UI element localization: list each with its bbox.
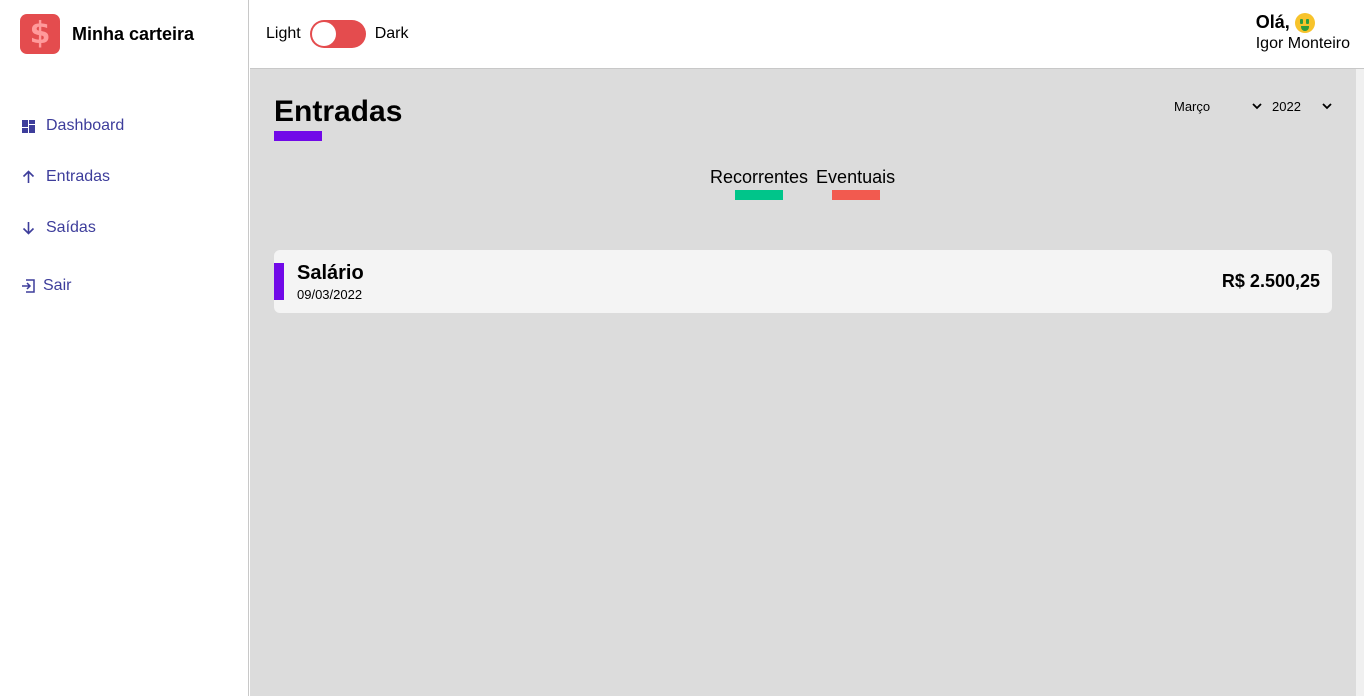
scrollbar[interactable]	[1356, 69, 1364, 696]
transaction-amount: R$ 2.500,25	[1221, 271, 1320, 291]
exit-icon	[21, 279, 35, 293]
sidebar-item-saidas[interactable]: Saídas	[21, 218, 96, 238]
sidebar-item-dashboard[interactable]: Dashboard	[21, 116, 124, 136]
frequency-filters: Recorrentes Eventuais	[710, 167, 903, 200]
filter-eventuais[interactable]: Eventuais	[816, 167, 895, 200]
user-profile: Olá, Igor Monteiro	[1256, 12, 1350, 53]
app-title: Minha carteira	[72, 23, 195, 44]
filter-recorrentes[interactable]: Recorrentes	[710, 167, 808, 200]
year-select-value: 2022	[1272, 99, 1301, 114]
arrow-up-icon	[21, 170, 35, 184]
sidebar-item-entradas[interactable]: Entradas	[21, 167, 110, 187]
sidebar-item-sair[interactable]: Sair	[21, 276, 71, 296]
transaction-tag	[274, 263, 284, 300]
month-select-value: Março	[1174, 99, 1211, 114]
sidebar-item-label: Dashboard	[46, 117, 125, 134]
sidebar-item-label: Saídas	[46, 219, 96, 236]
greeting: Olá,	[1256, 12, 1350, 33]
transaction-date: 09/03/2022	[297, 287, 363, 302]
chevron-down-icon	[1322, 102, 1332, 112]
brand: $ Minha carteira	[20, 14, 194, 54]
dashboard-icon	[21, 119, 35, 133]
chevron-down-icon	[1252, 102, 1262, 112]
sidebar-item-label: Sair	[43, 277, 72, 294]
top-header: Light Dark Olá, Igor Monteiro	[250, 0, 1364, 69]
period-selectors: Março 2022	[1174, 99, 1332, 114]
wallet-logo-icon: $	[20, 14, 60, 54]
logo-symbol: $	[29, 16, 51, 51]
filter-label: Eventuais	[816, 167, 896, 187]
filter-label: Recorrentes	[710, 167, 809, 187]
arrow-down-icon	[21, 221, 35, 235]
main-content: Entradas Março 2022 Recorrentes Eventuai…	[250, 69, 1356, 696]
money-mouth-face-icon	[1294, 12, 1315, 33]
theme-toggle[interactable]	[309, 20, 366, 48]
greeting-text: Olá,	[1255, 12, 1290, 32]
filter-indicator	[831, 190, 880, 200]
page-title: Entradas	[274, 95, 403, 128]
title-underline	[274, 131, 322, 141]
month-select[interactable]: Março	[1174, 99, 1262, 114]
transaction-title: Salário	[297, 262, 364, 284]
sidebar-item-label: Entradas	[46, 168, 111, 185]
toggle-knob	[311, 22, 336, 46]
theme-toggle-group: Light Dark	[266, 20, 408, 48]
user-name: Igor Monteiro	[1255, 35, 1350, 52]
filter-indicator	[735, 190, 784, 200]
theme-light-label: Light	[266, 25, 301, 42]
transaction-card[interactable]: Salário 09/03/2022 R$ 2.500,25	[274, 250, 1332, 313]
theme-dark-label: Dark	[374, 25, 409, 42]
year-select[interactable]: 2022	[1272, 99, 1332, 114]
sidebar: $ Minha carteira Dashboard Entradas Saíd…	[0, 0, 249, 696]
